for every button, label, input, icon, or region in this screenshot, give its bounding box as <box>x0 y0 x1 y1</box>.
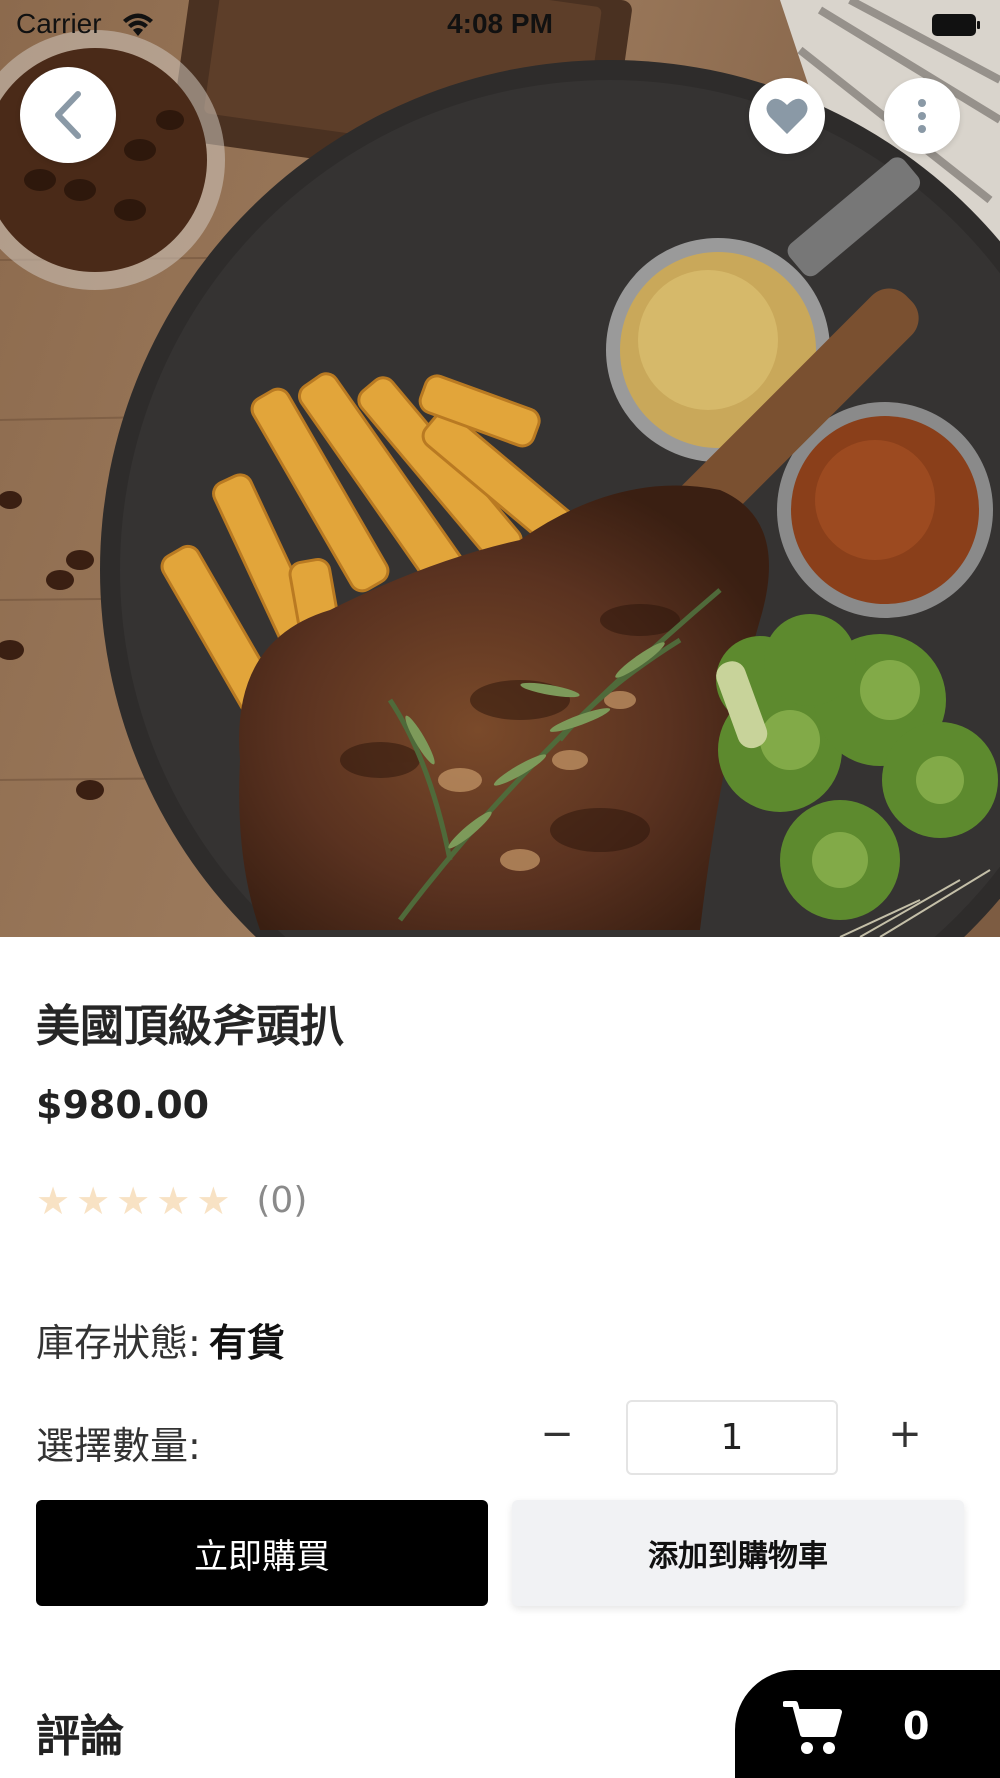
stock-label: 庫存狀態: <box>36 1321 201 1365</box>
heart-icon <box>766 98 808 134</box>
quantity-decrease-button[interactable]: − <box>540 1406 574 1462</box>
more-options-button[interactable] <box>884 78 960 154</box>
product-detail-page: Carrier 4:08 PM 美國頂級斧頭扒 $980.00 ★ ★ ★ ★ … <box>0 0 1000 1778</box>
back-button[interactable] <box>20 67 116 163</box>
reviews-heading: 評論 <box>36 1711 124 1762</box>
back-arrow-icon <box>55 91 81 139</box>
review-count[interactable]: (0) <box>256 1180 307 1221</box>
battery-icon <box>932 14 980 36</box>
stock-status: 庫存狀態: 有貨 <box>36 1312 285 1367</box>
add-to-cart-button[interactable]: 添加到購物車 <box>512 1500 964 1606</box>
quantity-input[interactable] <box>626 1400 838 1475</box>
food-illustration <box>0 0 1000 937</box>
product-image <box>0 0 1000 937</box>
product-price: $980.00 <box>36 1083 210 1127</box>
quantity-label: 選擇數量: <box>36 1424 201 1468</box>
rating-row: ★ ★ ★ ★ ★ (0) <box>36 1180 307 1221</box>
quantity-increase-button[interactable]: + <box>888 1406 922 1462</box>
star-icon: ★ <box>156 1178 191 1223</box>
stock-value: 有貨 <box>208 1321 285 1365</box>
shopping-cart-icon <box>783 1701 842 1754</box>
status-bar: Carrier 4:08 PM <box>0 0 1000 50</box>
star-icon: ★ <box>76 1178 111 1223</box>
cart-count-badge: 0 <box>903 1704 930 1748</box>
buy-now-button[interactable]: 立即購買 <box>36 1500 488 1606</box>
rating-stars: ★ ★ ★ ★ ★ <box>36 1182 230 1220</box>
favorite-button[interactable] <box>749 78 825 154</box>
star-icon: ★ <box>196 1178 231 1223</box>
star-icon: ★ <box>116 1178 151 1223</box>
star-icon: ★ <box>36 1178 71 1223</box>
status-time: 4:08 PM <box>447 8 553 39</box>
product-title: 美國頂級斧頭扒 <box>36 1001 344 1052</box>
cart-button[interactable]: 0 <box>735 1670 1000 1778</box>
more-vertical-icon <box>918 99 926 133</box>
